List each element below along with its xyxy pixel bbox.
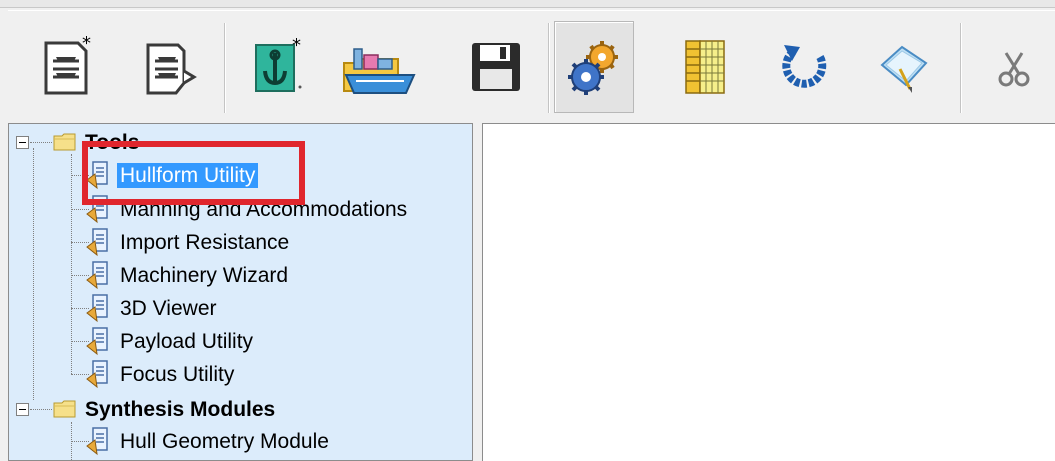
panel-splitter[interactable] <box>473 123 482 461</box>
tree-item-label: Payload Utility <box>120 330 254 353</box>
tree-connector <box>33 148 34 400</box>
tree-item-focus-utility[interactable]: Focus Utility <box>120 358 234 391</box>
document-icon <box>86 360 108 389</box>
cut-button[interactable] <box>974 27 1054 107</box>
tree-connector <box>30 409 52 410</box>
document-icon <box>86 427 108 456</box>
tree-item-label: Machinery Wizard <box>120 264 289 287</box>
tree-group-synthesis-modules[interactable]: Synthesis Modules <box>85 393 275 426</box>
open-ship-button[interactable] <box>130 27 210 107</box>
edit-button[interactable] <box>864 27 944 107</box>
scissors-icon <box>998 52 1030 87</box>
pen-diamond-icon <box>880 45 928 93</box>
table-button[interactable] <box>664 27 744 107</box>
svg-text:*: * <box>82 35 91 54</box>
new-document-icon: * <box>44 35 91 95</box>
window-top-edge <box>0 0 1055 8</box>
folder-icon <box>53 133 76 151</box>
ship-folder-icon <box>343 48 416 94</box>
toolbar-separator <box>224 23 226 113</box>
svg-text:*: * <box>292 35 301 56</box>
tools-collapse-toggle[interactable] <box>16 136 29 149</box>
document-icon <box>86 294 108 323</box>
tree-item-label: Focus Utility <box>120 363 235 386</box>
tree-item-import-resistance[interactable]: Import Resistance <box>120 226 289 259</box>
settings-button[interactable] <box>554 21 634 113</box>
highlight-annotation-box <box>82 141 305 205</box>
anchor-new-icon: * <box>255 35 302 92</box>
toolbar-separator <box>548 23 550 113</box>
refresh-button[interactable] <box>764 27 844 107</box>
new-ship-button[interactable]: * <box>28 27 108 107</box>
document-icon <box>86 261 108 290</box>
tree-item-label: 3D Viewer <box>120 297 217 320</box>
tree-item-label: Import Resistance <box>120 231 290 254</box>
tree-item-payload-utility[interactable]: Payload Utility <box>120 325 253 358</box>
synthesis-collapse-toggle[interactable] <box>16 403 29 416</box>
tree-connector <box>30 142 52 143</box>
document-icon <box>86 327 108 356</box>
folder-icon <box>53 400 76 418</box>
tree-item-machinery-wizard[interactable]: Machinery Wizard <box>120 259 288 292</box>
toolbar-separator <box>960 23 962 113</box>
content-panel <box>482 123 1055 461</box>
floppy-disk-icon <box>472 43 520 91</box>
document-icon <box>86 228 108 257</box>
open-project-button[interactable] <box>340 27 420 107</box>
open-document-icon <box>146 43 197 95</box>
tree-item-hull-geometry-module[interactable]: Hull Geometry Module <box>120 425 329 458</box>
save-button[interactable] <box>456 27 536 107</box>
tree-item-3d-viewer[interactable]: 3D Viewer <box>120 292 217 325</box>
gears-icon <box>568 41 618 95</box>
grid-table-icon <box>685 40 725 94</box>
tree-group-label: Synthesis Modules <box>85 398 276 421</box>
toolbar: * * <box>8 10 1055 122</box>
new-project-button[interactable]: * <box>238 27 318 107</box>
refresh-arrow-icon <box>782 45 827 88</box>
tree-item-label: Hull Geometry Module <box>120 430 329 453</box>
